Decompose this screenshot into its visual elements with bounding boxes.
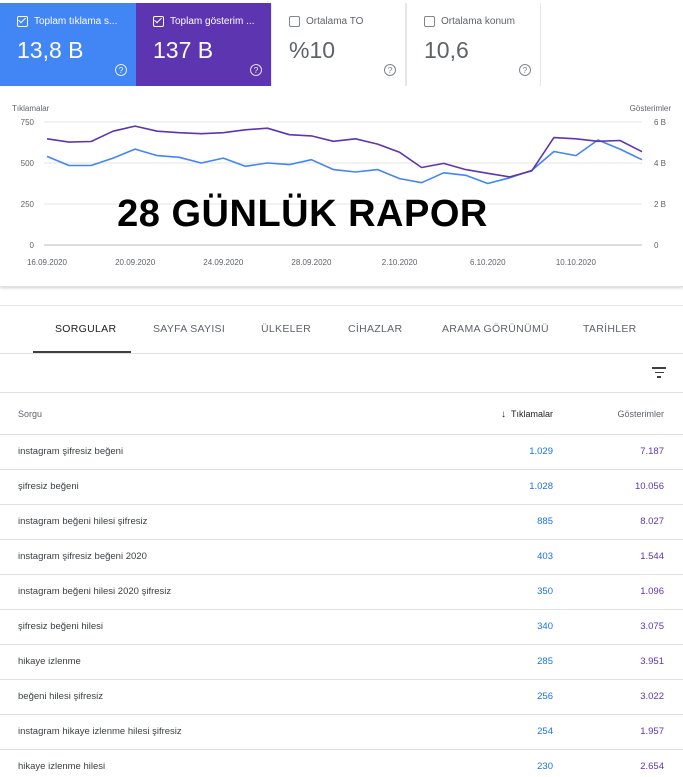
- metric-value: 13,8 B: [17, 37, 84, 63]
- cell-clicks: 885: [537, 516, 553, 527]
- table-row[interactable]: şifresiz beğeni 1.028 10.056: [0, 470, 683, 505]
- sort-descending-icon: ↓: [500, 408, 506, 420]
- table-row[interactable]: hikaye izlenme 285 3.951: [0, 645, 683, 680]
- metric-value: %10: [289, 37, 336, 63]
- x-tick-label: 16.09.2020: [27, 258, 68, 267]
- metric-card-average-ctr[interactable]: Ortalama TO %10 ?: [271, 3, 406, 86]
- cell-query: şifresiz beğeni hilesi: [18, 621, 104, 632]
- cell-clicks: 230: [537, 761, 553, 772]
- metric-value: 137 B: [153, 37, 214, 63]
- cell-clicks: 403: [537, 551, 553, 562]
- checkbox-checked-icon[interactable]: [17, 15, 28, 27]
- cell-impressions: 1.096: [640, 586, 664, 597]
- cell-query: instagram şifresiz beğeni: [18, 446, 124, 457]
- cell-impressions: 3.951: [640, 656, 664, 667]
- table-body: instagram şifresiz beğeni 1.029 7.187 şi…: [0, 435, 683, 777]
- table-row[interactable]: instagram şifresiz beğeni 2020 403 1.544: [0, 540, 683, 575]
- x-tick-label: 28.09.2020: [291, 258, 332, 267]
- cell-query: şifresiz beğeni: [18, 481, 79, 492]
- tab-pages[interactable]: SAYFA SAYISI: [153, 323, 225, 335]
- y-left-tick-label: 750: [21, 118, 35, 127]
- tab-devices[interactable]: CİHAZLAR: [348, 323, 402, 335]
- tab-queries[interactable]: SORGULAR: [55, 323, 116, 335]
- table-row[interactable]: beğeni hilesi şifresiz 256 3.022: [0, 680, 683, 715]
- column-header-clicks-label: Tıklamalar: [510, 409, 553, 419]
- checkbox-checked-icon[interactable]: [153, 15, 164, 27]
- metric-label: Ortalama TO: [306, 15, 364, 27]
- performance-chart: Tıklamalar Gösterimler0 0250 2 B500 4 B750 6 …: [12, 104, 672, 267]
- tab-dates[interactable]: TARİHLER: [583, 323, 637, 335]
- cell-query: instagram beğeni hilesi şifresiz: [18, 516, 148, 527]
- x-tick-label: 6.10.2020: [470, 258, 506, 267]
- y-right-axis-title: Gösterimler: [630, 104, 672, 113]
- cell-query: hikaye izlenme: [18, 656, 81, 667]
- performance-panel: Toplam tıklama s... 13,8 B ? Toplam göst…: [0, 0, 683, 287]
- x-tick-label: 10.10.2020: [556, 258, 597, 267]
- cell-impressions: 3.022: [640, 691, 664, 702]
- cell-query: instagram beğeni hilesi 2020 şifresiz: [18, 586, 172, 597]
- metric-label: Ortalama konum: [441, 15, 515, 27]
- cell-impressions: 3.075: [640, 621, 664, 632]
- cell-impressions: 1.544: [640, 551, 664, 562]
- help-icon[interactable]: ?: [250, 64, 262, 76]
- filter-icon[interactable]: [652, 367, 666, 378]
- tab-search-appearance[interactable]: ARAMA GÖRÜNÜMÜ: [442, 323, 549, 335]
- metric-card-total-clicks[interactable]: Toplam tıklama s... 13,8 B ?: [0, 3, 136, 86]
- table-row[interactable]: instagram beğeni hilesi şifresiz 885 8.0…: [0, 505, 683, 540]
- metric-value: 10,6: [424, 37, 469, 63]
- y-right-tick-label: 4 B: [654, 159, 666, 168]
- cell-query: instagram hikaye izlenme hilesi şifresiz: [18, 726, 182, 737]
- table-row[interactable]: şifresiz beğeni hilesi 340 3.075: [0, 610, 683, 645]
- table-row[interactable]: instagram şifresiz beğeni 1.029 7.187: [0, 435, 683, 470]
- checkbox-unchecked-icon[interactable]: [289, 15, 300, 27]
- y-right-tick-label: 6 B: [654, 118, 666, 127]
- series-line-clicks: [46, 139, 643, 185]
- table-row[interactable]: hikaye izlenme hilesi 230 2.654: [0, 750, 683, 777]
- y-left-axis-title: Tıklamalar: [12, 104, 50, 113]
- active-tab-indicator: [33, 351, 131, 353]
- x-tick-label: 20.09.2020: [115, 258, 156, 267]
- y-right-tick-label: 2 B: [654, 200, 666, 209]
- cell-query: instagram şifresiz beğeni 2020: [18, 551, 147, 562]
- cell-query: hikaye izlenme hilesi: [18, 761, 106, 772]
- cell-impressions: 1.957: [640, 726, 664, 737]
- table-row[interactable]: instagram hikaye izlenme hilesi şifresiz…: [0, 715, 683, 750]
- y-left-tick-label: 0: [30, 241, 35, 250]
- tab-countries[interactable]: ÜLKELER: [261, 323, 311, 335]
- cell-clicks: 1.028: [529, 481, 553, 492]
- column-header-impressions[interactable]: Gösterimler: [617, 409, 664, 419]
- x-tick-label: 24.09.2020: [203, 258, 244, 267]
- cell-impressions: 10.056: [634, 481, 664, 492]
- cell-clicks: 256: [537, 691, 553, 702]
- table-row[interactable]: instagram beğeni hilesi 2020 şifresiz 35…: [0, 575, 683, 610]
- cell-query: beğeni hilesi şifresiz: [18, 691, 104, 702]
- cell-clicks: 340: [537, 621, 553, 632]
- metric-card-total-impressions[interactable]: Toplam gösterim ... 137 B ?: [136, 3, 271, 86]
- tab-bar: SORGULAR SAYFA SAYISI ÜLKELER CİHAZLAR A…: [0, 306, 683, 354]
- results-panel: SORGULAR SAYFA SAYISI ÜLKELER CİHAZLAR A…: [0, 305, 683, 777]
- metric-cards: Toplam tıklama s... 13,8 B ? Toplam göst…: [0, 3, 541, 86]
- y-right-tick-label: 0: [654, 241, 659, 250]
- x-tick-label: 2.10.2020: [382, 258, 418, 267]
- metric-card-average-position[interactable]: Ortalama konum 10,6 ?: [406, 3, 541, 86]
- table-toolbar: [0, 354, 683, 393]
- table-header: Sorgu ↓ Tıklamalar Gösterimler: [0, 393, 683, 435]
- cell-clicks: 254: [537, 726, 553, 737]
- cell-clicks: 350: [537, 586, 553, 597]
- cell-impressions: 7.187: [640, 446, 664, 457]
- overlay-report-title: 28 GÜNLÜK RAPOR: [117, 193, 488, 235]
- metric-label: Toplam tıklama s...: [34, 15, 118, 27]
- column-header-query[interactable]: Sorgu: [18, 409, 42, 419]
- help-icon[interactable]: ?: [115, 64, 127, 76]
- cell-impressions: 2.654: [640, 761, 664, 772]
- help-icon[interactable]: ?: [519, 64, 531, 76]
- checkbox-unchecked-icon[interactable]: [424, 15, 435, 27]
- help-icon[interactable]: ?: [384, 64, 396, 76]
- y-left-tick-label: 500: [21, 159, 35, 168]
- cell-clicks: 1.029: [529, 446, 553, 457]
- cell-clicks: 285: [537, 656, 553, 667]
- metric-label: Toplam gösterim ...: [170, 15, 255, 27]
- column-header-clicks[interactable]: ↓ Tıklamalar: [501, 409, 553, 419]
- cell-impressions: 8.027: [640, 516, 664, 527]
